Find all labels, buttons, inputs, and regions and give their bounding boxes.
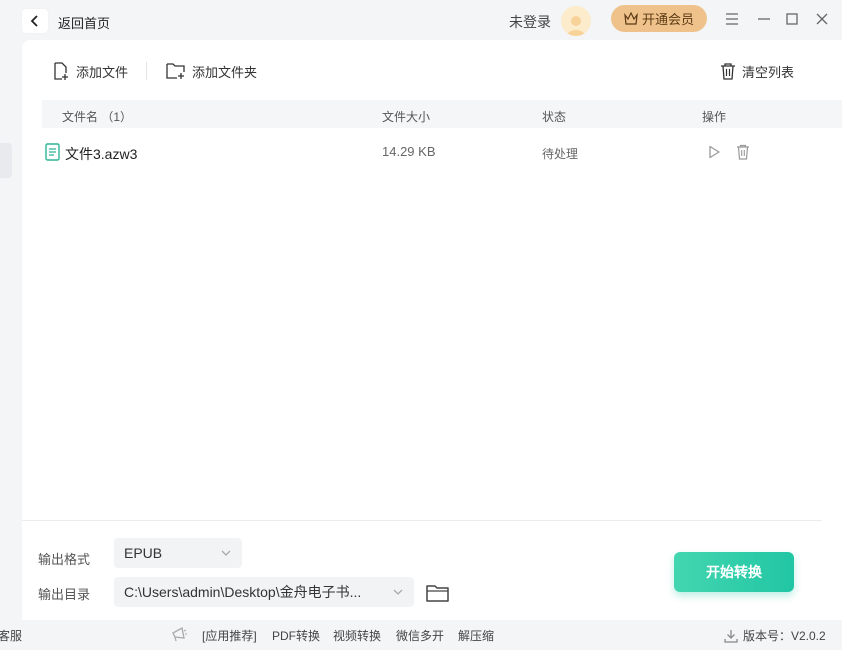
video-convert-link[interactable]: 视频转换 — [333, 627, 381, 644]
trash-icon — [721, 63, 735, 80]
right-gutter — [822, 520, 842, 620]
delete-icon[interactable] — [736, 144, 750, 160]
ebook-file-icon — [45, 143, 60, 161]
file-status: 待处理 — [542, 147, 579, 161]
clear-list-button[interactable]: 清空列表 — [720, 60, 794, 82]
table-header: 文件名 （1） 文件大小 状态 操作 — [42, 100, 842, 128]
version-info[interactable]: 版本号：V2.0.2 — [724, 627, 826, 644]
output-dir-select[interactable]: C:\Users\admin\Desktop\金舟电子书... — [114, 577, 414, 607]
minimize-button[interactable] — [755, 10, 773, 28]
maximize-icon — [786, 13, 798, 25]
column-size-header: 文件大小 — [382, 110, 431, 124]
back-home-label[interactable]: 返回首页 — [58, 13, 110, 32]
close-button[interactable] — [813, 10, 831, 28]
footer-bar: 客服 [应用推荐] PDF转换 视频转换 微信多开 解压缩 版本号：V2.0.2 — [0, 620, 842, 650]
clear-list-label: 清空列表 — [742, 64, 795, 80]
menu-icon — [726, 13, 738, 25]
wechat-multi-link[interactable]: 微信多开 — [396, 627, 444, 644]
column-name-header[interactable]: 文件名 （1） — [62, 108, 132, 125]
output-settings-panel: 输出格式 EPUB 输出目录 C:\Users\admin\Desktop\金舟… — [22, 520, 822, 620]
chevron-left-icon — [30, 15, 38, 27]
back-button[interactable] — [22, 9, 48, 33]
version-label: 版本号：V2.0.2 — [743, 629, 826, 643]
add-file-label: 添加文件 — [76, 64, 129, 80]
output-format-label: 输出格式 — [38, 552, 91, 567]
menu-button[interactable] — [723, 10, 741, 28]
add-file-icon — [54, 61, 68, 80]
unzip-link[interactable]: 解压缩 — [458, 627, 494, 644]
avatar[interactable] — [561, 6, 591, 36]
megaphone-icon — [172, 626, 187, 642]
close-icon — [816, 13, 828, 25]
output-format-select[interactable]: EPUB — [114, 538, 242, 568]
user-avatar-icon — [567, 16, 585, 36]
column-status-header: 状态 — [542, 110, 567, 124]
file-list-panel: 添加文件 添加文件夹 清空列表 文件名 （1） 文件大小 状态 操作 文件3.a… — [22, 40, 842, 520]
file-size: 14.29 KB — [382, 144, 436, 159]
app-recommend-link[interactable]: [应用推荐] — [202, 627, 257, 644]
output-dir-label: 输出目录 — [38, 587, 91, 602]
vip-label: 开通会员 — [641, 12, 694, 27]
minimize-icon — [758, 18, 770, 20]
folder-icon[interactable] — [425, 582, 451, 604]
crown-icon — [624, 12, 638, 25]
play-icon[interactable] — [707, 145, 721, 159]
add-file-button[interactable]: 添加文件 — [52, 60, 128, 82]
output-dir-value: C:\Users\admin\Desktop\金舟电子书... — [124, 584, 362, 600]
title-bar: 返回首页 未登录 开通会员 — [0, 0, 842, 40]
toolbar-divider — [146, 62, 147, 80]
start-convert-button[interactable]: 开始转换 — [674, 552, 794, 592]
chevron-down-icon — [393, 589, 403, 595]
vip-button[interactable]: 开通会员 — [611, 5, 707, 32]
login-status[interactable]: 未登录 — [509, 12, 551, 32]
add-folder-button[interactable]: 添加文件夹 — [166, 60, 257, 82]
table-row[interactable]: 文件3.azw3 14.29 KB 待处理 — [42, 138, 842, 166]
chevron-down-icon — [221, 550, 231, 556]
output-format-value: EPUB — [124, 545, 163, 561]
column-action-header: 操作 — [702, 110, 727, 124]
maximize-button[interactable] — [783, 10, 801, 28]
add-folder-label: 添加文件夹 — [192, 64, 258, 80]
pdf-convert-link[interactable]: PDF转换 — [272, 627, 320, 644]
file-name: 文件3.azw3 — [65, 146, 138, 162]
add-folder-icon — [166, 63, 185, 79]
customer-service-link[interactable]: 客服 — [0, 627, 22, 644]
download-icon — [724, 629, 738, 643]
sidebar-edge — [0, 143, 12, 178]
